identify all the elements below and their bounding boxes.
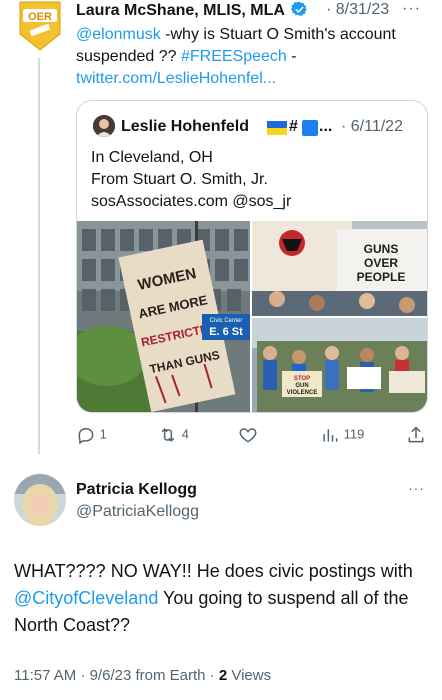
ukraine-flag-icon (267, 121, 287, 135)
quoted-tweet-text: In Cleveland, OH From Stuart O. Smith, J… (91, 147, 291, 213)
parent-dash-text: - (286, 48, 297, 65)
parent-more-options-icon[interactable]: ··· (402, 0, 421, 18)
reply-timestamp[interactable]: 11:57 AM · 9/6/23 from Earth · (14, 667, 219, 684)
hashtag-freespeech-link[interactable]: #FREESpeech (181, 48, 287, 65)
quoted-name-ellipsis: ... (319, 118, 333, 135)
protest-photo-right-top[interactable]: GUNS OVER PEOPLE (252, 221, 428, 316)
quoted-line-3: sosAssociates.com @sos_jr (91, 193, 292, 210)
small-sign-line-3: VIOLENCE (287, 390, 318, 396)
reply-author-name[interactable]: Patricia Kellogg (76, 481, 197, 499)
quoted-line-1: In Cleveland, OH (91, 149, 213, 166)
reply-more-options-icon[interactable]: ··· (408, 480, 425, 496)
quoted-tweet-date[interactable]: · 6/11/22 (341, 118, 403, 136)
reply-action[interactable]: 1 (76, 425, 107, 445)
thread-connector-line (38, 58, 40, 454)
retweet-action[interactable]: 4 (158, 425, 189, 445)
mention-cityofcleveland-link[interactable]: @CityofCleveland (14, 588, 158, 608)
retweet-icon (161, 428, 175, 442)
oer-badge-text: OER (28, 11, 52, 23)
verified-badge-icon (290, 1, 307, 16)
quoted-author-avatar[interactable] (93, 115, 115, 137)
small-sign-line-2: GUN (295, 383, 308, 389)
reply-tweet-text: WHAT???? NO WAY!! He does civic postings… (14, 558, 434, 639)
reply-author-handle[interactable]: @PatriciaKellogg (76, 503, 199, 521)
views-action[interactable]: 119 (320, 425, 364, 445)
street-sign-top: Civic Center (210, 318, 243, 324)
guns-sign-line-3: PEOPLE (357, 270, 406, 284)
reply-views-label: Views (227, 667, 272, 684)
reply-count: 1 (99, 426, 107, 442)
oer-badge-avatar[interactable]: OER (18, 0, 62, 52)
street-sign-main: E. 6 St (209, 326, 243, 338)
parent-tweet-text: @elonmusk -why is Stuart O Smith's accou… (76, 24, 426, 90)
reply-views-count: 2 (218, 667, 228, 684)
protest-photo-left[interactable]: WOMEN ARE MORE RESTRICTED THAN GUNS Civi… (77, 221, 250, 413)
quoted-line-2: From Stuart O. Smith, Jr. (91, 171, 268, 188)
twitter-url-link[interactable]: twitter.com/LeslieHohenfel... (76, 70, 276, 87)
heart-icon (239, 428, 257, 443)
reply-icon (78, 428, 94, 445)
retweet-count: 4 (181, 426, 189, 442)
reply-timestamp-meta: 11:57 AM · 9/6/23 from Earth · 2 Views (14, 667, 271, 684)
parent-tweet-date[interactable]: · 8/31/23 (326, 1, 389, 19)
share-action[interactable] (406, 425, 426, 445)
blue-square-emoji-icon (302, 120, 318, 136)
guns-sign-line-2: OVER (364, 256, 398, 270)
parent-date-text[interactable]: 8/31/23 (336, 1, 389, 18)
quoted-author-name[interactable]: Leslie Hohenfeld (121, 118, 249, 136)
like-action[interactable] (238, 425, 258, 445)
mention-elonmusk-link[interactable]: @elonmusk (76, 26, 161, 43)
parent-author-name[interactable]: Laura McShane, MLIS, MLA (76, 1, 308, 20)
quoted-tweet-card[interactable]: Leslie Hohenfeld # ... · 6/11/22 In Clev… (76, 100, 428, 413)
protest-photo-right-bottom[interactable]: STOP GUN VIOLENCE (252, 318, 428, 413)
parent-author-name-text[interactable]: Laura McShane, MLIS, MLA (76, 2, 284, 19)
quoted-date-text[interactable]: 6/11/22 (351, 118, 403, 135)
views-count: 119 (343, 426, 365, 442)
quoted-media-photos[interactable]: WOMEN ARE MORE RESTRICTED THAN GUNS Civi… (77, 221, 428, 413)
reply-author-avatar[interactable] (14, 474, 66, 526)
analytics-icon (323, 429, 338, 442)
guns-sign-line-1: GUNS (364, 242, 399, 256)
reply-text-part-1: WHAT???? NO WAY!! He does civic postings… (14, 561, 413, 581)
quoted-hash-symbol: # (289, 118, 298, 135)
share-icon (408, 426, 424, 443)
small-sign-line-1: STOP (294, 376, 310, 382)
